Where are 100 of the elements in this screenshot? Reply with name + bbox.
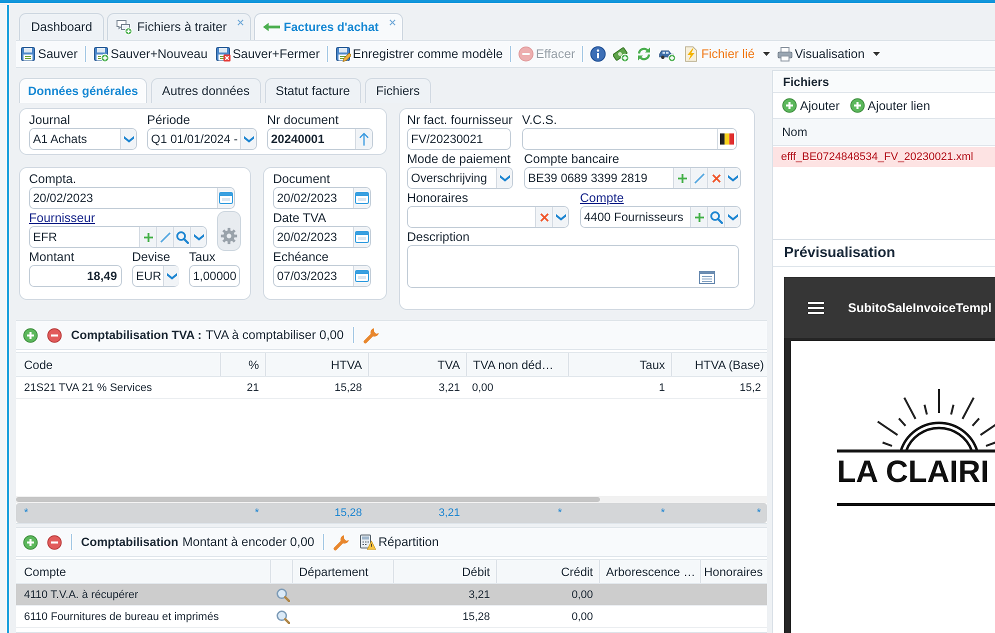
close-icon[interactable]	[388, 19, 396, 26]
add-button[interactable]	[139, 227, 156, 247]
date-field[interactable]: 07/03/2023	[273, 265, 371, 287]
input-field[interactable]: BE39 0689 3399 2819	[524, 167, 741, 189]
field-link[interactable]: Compte	[580, 191, 624, 205]
minus-circle-icon[interactable]	[47, 534, 62, 550]
calendar-icon	[355, 270, 369, 282]
clear-button[interactable]	[707, 168, 724, 188]
toolbar-button[interactable]: Sauver	[20, 43, 78, 65]
tab[interactable]: Factures d'achat	[254, 13, 403, 40]
tab[interactable]: Données générales	[19, 78, 148, 103]
table-cell-text: 21S21 TVA 21 % Services	[23, 380, 153, 396]
search-button[interactable]	[707, 207, 724, 227]
plus-circle-icon[interactable]	[23, 534, 38, 550]
search-icon[interactable]	[276, 588, 290, 602]
calendar-button[interactable]	[217, 188, 234, 208]
search-icon[interactable]	[276, 610, 290, 624]
column-header: Débit	[393, 560, 496, 583]
info-icon[interactable]	[590, 46, 606, 62]
table-row[interactable]: 6110 Fournitures de bureau et imprimés 15,28 0,00	[16, 606, 767, 628]
dropdown-field[interactable]: A1 Achats	[29, 128, 137, 150]
menu-icon[interactable]	[808, 302, 824, 314]
toolbar-button[interactable]: Enregistrer comme modèle	[334, 43, 503, 65]
dropdown-field[interactable]: Q1 01/01/2024 -	[147, 128, 257, 150]
panel-title: Prévisualisation	[773, 240, 995, 267]
settings-button[interactable]	[217, 211, 241, 251]
column-header: HTVA (Base)	[671, 353, 767, 376]
input-field[interactable]: 18,49	[29, 265, 122, 287]
input-field[interactable]	[522, 128, 737, 150]
calendar-button[interactable]	[353, 266, 370, 286]
input-field[interactable]	[407, 206, 569, 228]
scrollbar-thumb[interactable]	[16, 497, 600, 502]
search-button[interactable]	[173, 227, 190, 247]
dropdown-field[interactable]: EUR	[132, 265, 179, 287]
dropdown-field[interactable]: Overschrijving	[407, 167, 513, 189]
dropdown-button[interactable]	[552, 207, 568, 227]
clear-button[interactable]	[535, 207, 552, 227]
flag-icon	[720, 133, 734, 145]
file-row[interactable]: efff_BE0724848534_FV_20230021.xml	[773, 147, 995, 167]
logo-text: LA CLAIRI	[837, 455, 990, 489]
table-row[interactable]: 21S21 TVA 21 % Services 21 15,28 3,21 0,00 1 15,2	[16, 377, 767, 399]
increment-button[interactable]	[355, 129, 372, 149]
date-field[interactable]: 20/02/2023	[273, 226, 371, 248]
tab[interactable]: Statut facture	[264, 78, 361, 103]
calendar-button[interactable]	[353, 188, 370, 208]
dropdown-button[interactable]	[163, 266, 180, 286]
cross-icon	[540, 212, 548, 222]
input-field[interactable]: 4400 Fournisseurs	[580, 206, 741, 228]
calendar-button[interactable]	[353, 227, 370, 247]
column-header: Crédit	[496, 560, 599, 583]
edit-button[interactable]	[690, 168, 707, 188]
input-field[interactable]: 1,00000	[189, 265, 240, 287]
dropdown-button[interactable]	[496, 168, 512, 188]
input-field[interactable]: EFR	[29, 226, 207, 248]
input-field[interactable]: FV/20230021	[407, 128, 511, 150]
date-field[interactable]: 20/02/2023	[273, 187, 371, 209]
total-cell-text: 3,21	[438, 506, 461, 521]
toolbar-button[interactable]: Ajouter	[782, 98, 840, 113]
toolbar-button[interactable]: Ajouter lien	[850, 98, 930, 113]
toolbar-button[interactable]: Sauver+Fermer	[214, 43, 320, 65]
column-header: Arborescence …	[599, 560, 700, 583]
field-label: V.C.S.	[522, 113, 557, 127]
list-icon[interactable]	[699, 271, 715, 284]
input-field[interactable]: 20240001	[267, 128, 373, 150]
tab[interactable]: Dashboard	[19, 13, 104, 40]
field-link[interactable]: Fournisseur	[29, 211, 95, 225]
dropdown-button[interactable]	[120, 129, 136, 149]
tab[interactable]: Autres données	[151, 78, 261, 103]
chevron-down-icon	[728, 213, 738, 221]
total-cell-text: *	[23, 506, 30, 521]
tab[interactable]: Fichiers	[364, 78, 431, 103]
table-row[interactable]: 4110 T.V.A. à récupérer 3,21 0,00	[16, 584, 767, 606]
banknote-plus-icon[interactable]	[613, 46, 630, 62]
plus-circle-icon	[782, 98, 797, 113]
chevron-down-icon	[194, 233, 204, 241]
edit-button[interactable]	[156, 227, 173, 247]
dropdown-button[interactable]	[240, 129, 256, 149]
field-label: Journal	[29, 113, 70, 127]
tab[interactable]: Fichiers à traiter	[107, 13, 251, 40]
minus-circle-icon[interactable]	[47, 328, 62, 342]
close-icon[interactable]	[236, 19, 244, 26]
plus-circle-icon[interactable]	[23, 328, 38, 342]
toolbar-button[interactable]: Répartition	[359, 534, 439, 550]
total-cell-text: 15,28	[333, 506, 363, 521]
dropdown-button[interactable]	[190, 227, 206, 247]
add-button[interactable]	[690, 207, 707, 227]
floppy-disk-pencil-icon	[334, 46, 351, 62]
toolbar-button[interactable]: Sauver+Nouveau	[92, 43, 208, 65]
date-field[interactable]: 20/02/2023	[29, 187, 235, 209]
document-title: SubitoSaleInvoiceTempl	[848, 300, 992, 314]
wrench-icon[interactable]	[333, 534, 350, 550]
floppy-disk-plus-icon	[92, 46, 109, 62]
dropdown-button[interactable]	[724, 168, 740, 188]
add-button[interactable]	[673, 168, 690, 188]
wrench-icon[interactable]	[362, 326, 380, 344]
dropdown-button[interactable]	[724, 207, 740, 227]
menu-button[interactable]: Visualisation	[776, 43, 880, 65]
flag-button[interactable]	[717, 129, 736, 149]
table-cell-text: 6110 Fournitures de bureau et imprimés	[23, 610, 220, 624]
refresh-icon[interactable]	[636, 46, 652, 62]
